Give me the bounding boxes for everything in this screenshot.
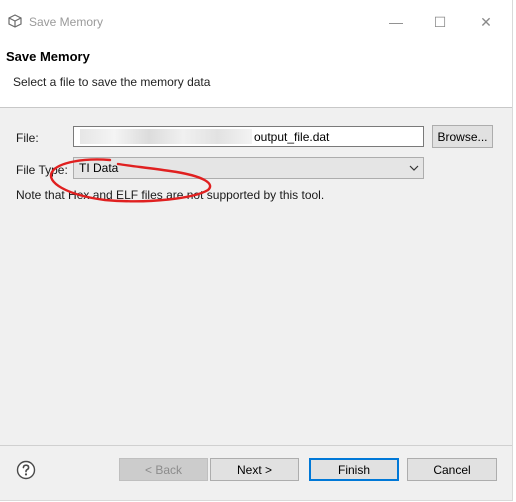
minimize-button[interactable]: — xyxy=(384,10,408,34)
browse-button[interactable]: Browse... xyxy=(432,125,493,148)
help-icon[interactable] xyxy=(16,460,36,480)
app-icon xyxy=(8,14,22,28)
file-type-select[interactable]: TI Data xyxy=(73,157,424,179)
file-label: File: xyxy=(16,131,39,145)
chevron-down-icon xyxy=(409,165,419,171)
button-bar-separator xyxy=(0,445,512,446)
back-button[interactable]: < Back xyxy=(119,458,208,481)
maximize-icon: ☐ xyxy=(433,13,447,30)
page-description: Select a file to save the memory data xyxy=(13,75,211,89)
cancel-button[interactable]: Cancel xyxy=(407,458,497,481)
minimize-icon: — xyxy=(389,14,403,30)
finish-button[interactable]: Finish xyxy=(309,458,399,481)
title-bar: Save Memory — ☐ ✕ xyxy=(0,0,512,44)
redacted-path xyxy=(80,129,252,144)
file-type-value: TI Data xyxy=(79,161,119,175)
save-memory-dialog: Save Memory — ☐ ✕ Save Memory Select a f… xyxy=(0,0,513,501)
close-button[interactable]: ✕ xyxy=(474,10,498,34)
file-path-input[interactable]: output_file.dat xyxy=(73,126,424,147)
wizard-header: Save Memory Select a file to save the me… xyxy=(0,44,512,108)
file-path-value: output_file.dat xyxy=(254,130,330,144)
maximize-button[interactable]: ☐ xyxy=(428,10,452,34)
next-button[interactable]: Next > xyxy=(210,458,299,481)
format-note: Note that Hex and ELF files are not supp… xyxy=(16,188,325,202)
close-icon: ✕ xyxy=(480,13,492,30)
file-type-label: File Type: xyxy=(16,163,68,177)
page-title: Save Memory xyxy=(6,49,90,64)
window-title: Save Memory xyxy=(29,15,104,29)
